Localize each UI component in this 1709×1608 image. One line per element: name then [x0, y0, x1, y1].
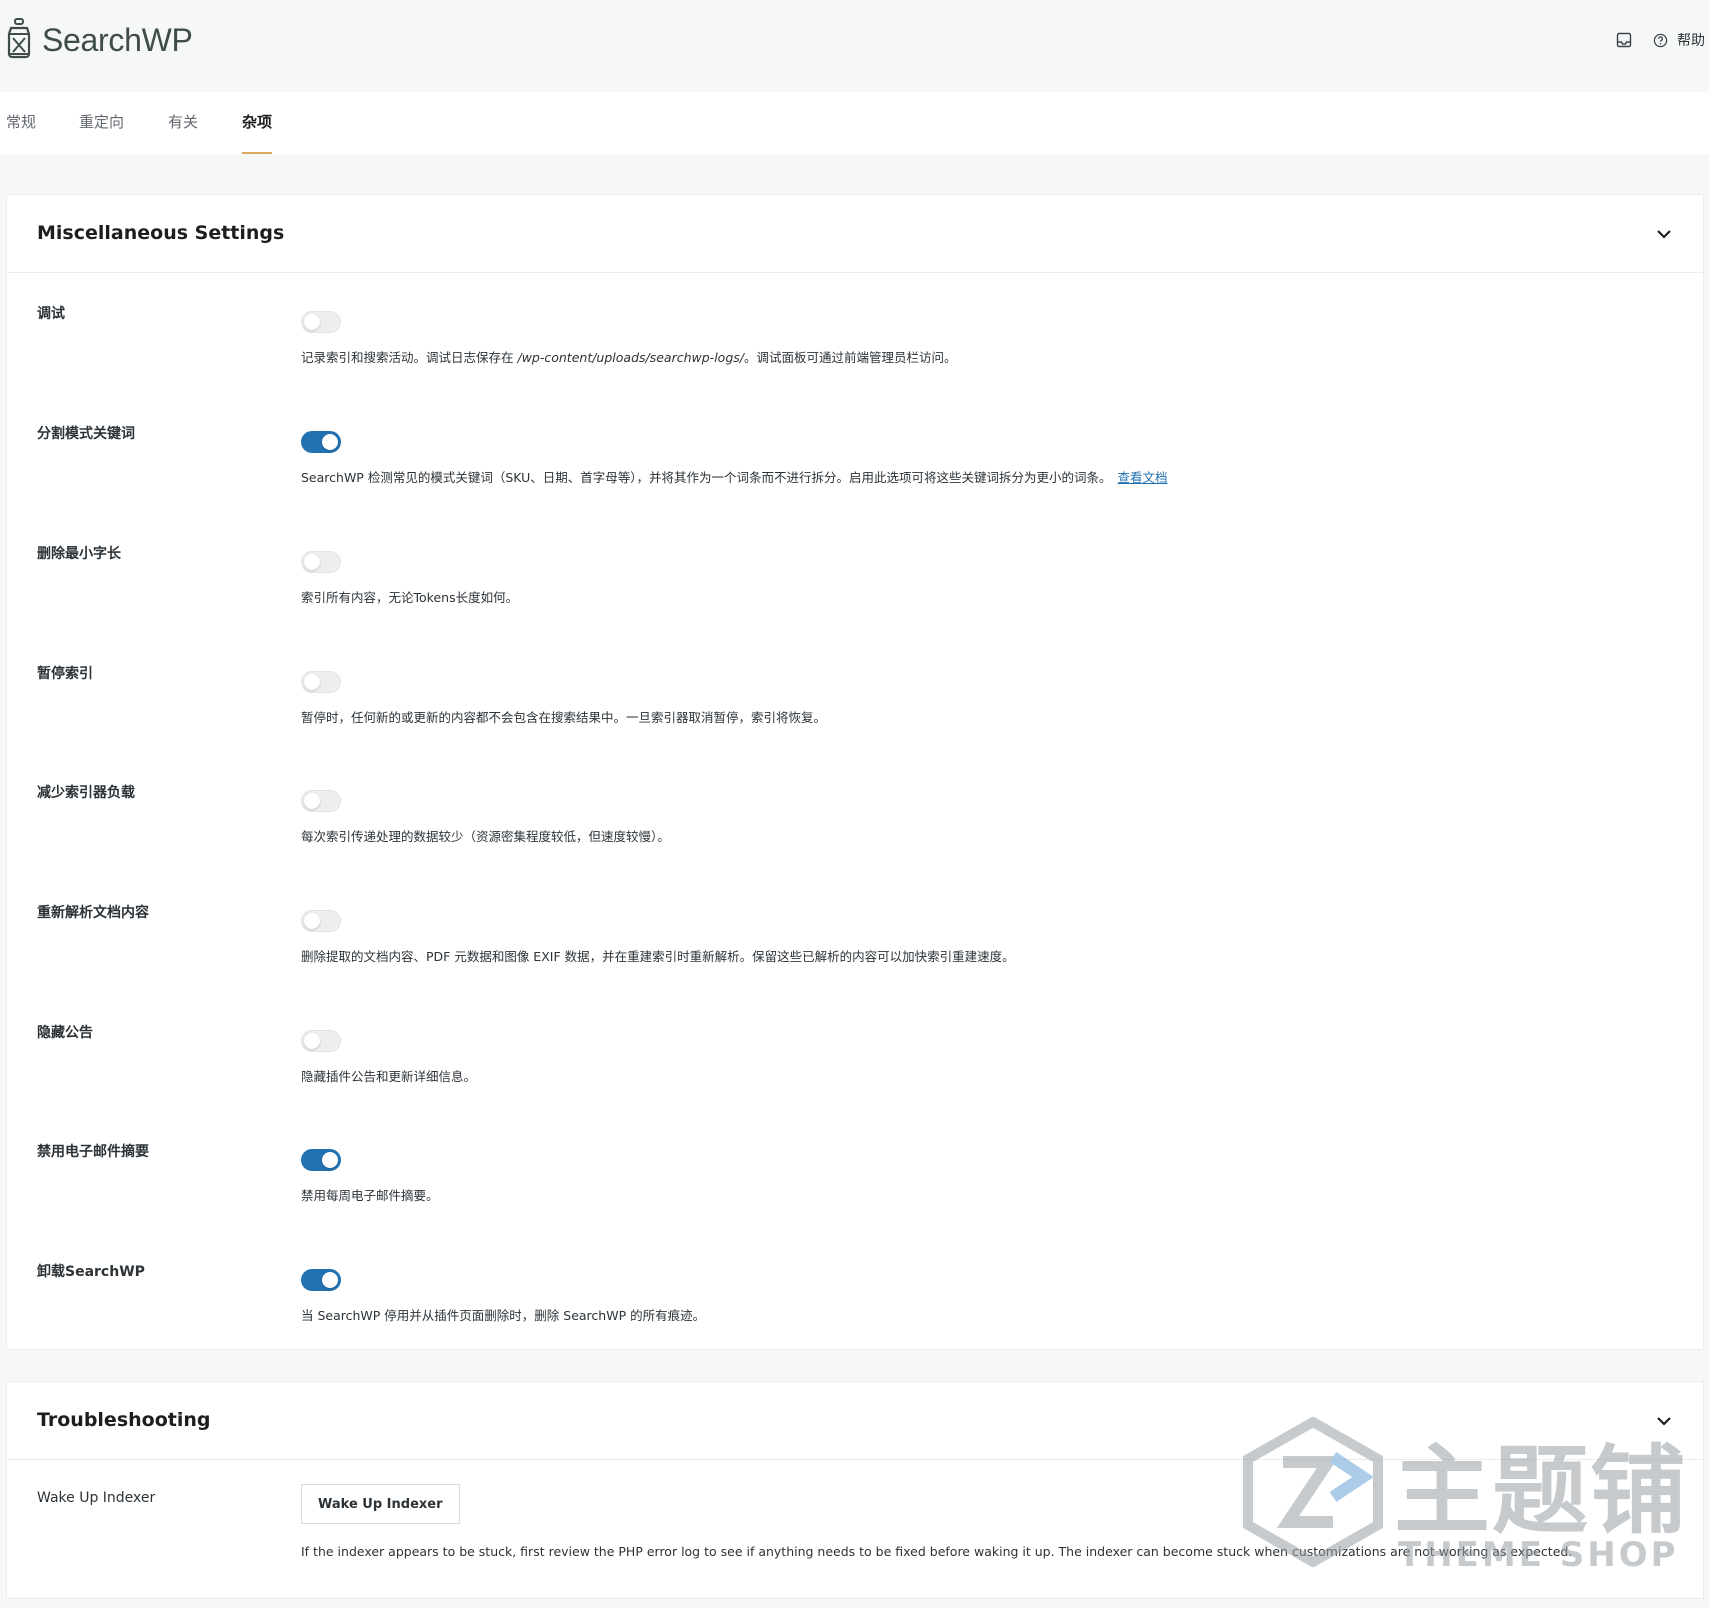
help-circle-icon: [1651, 31, 1669, 49]
watermark-en: THEME SHOP: [1398, 1535, 1679, 1575]
misc-settings-title: Miscellaneous Settings: [37, 222, 285, 244]
setting-label: 删除最小字长: [37, 546, 121, 562]
setting-label: 隐藏公告: [37, 1025, 93, 1041]
app-name: SearchWP: [42, 21, 193, 58]
disable-email-summaries-toggle[interactable]: [301, 1149, 341, 1171]
tokenize-pattern-toggle[interactable]: [301, 431, 341, 453]
toggle-knob: [304, 674, 320, 690]
desc-text: SearchWP 检测常见的模式关键词（SKU、日期、首字母等），并将其作为一个…: [301, 470, 1112, 485]
setting-label: 减少索引器负载: [37, 785, 135, 801]
reparse-documents-toggle[interactable]: [301, 910, 341, 932]
wake-up-indexer-button[interactable]: Wake Up Indexer: [301, 1484, 460, 1524]
tab-misc[interactable]: 杂项: [242, 92, 273, 154]
toggle-knob: [304, 913, 320, 929]
setting-label: 重新解析文档内容: [37, 905, 149, 921]
setting-description: 索引所有内容，无论Tokens长度如何。: [301, 590, 519, 605]
view-docs-link[interactable]: 查看文档: [1118, 470, 1168, 485]
toggle-knob: [304, 554, 320, 570]
watermark-cn: 主题铺: [1394, 1435, 1688, 1547]
setting-label: 卸载SearchWP: [37, 1264, 145, 1280]
remove-min-length-toggle[interactable]: [301, 551, 341, 573]
toggle-knob: [304, 314, 320, 330]
debug-toggle[interactable]: [301, 311, 341, 333]
setting-description: 暂停时，任何新的或更新的内容都不会包含在搜索结果中。一旦索引器取消暂停，索引将恢…: [301, 710, 827, 725]
searchwp-lantern-logo: [7, 18, 31, 59]
setting-description: 记录索引和搜索活动。调试日志保存在 /wp-content/uploads/se…: [301, 347, 957, 366]
help-link[interactable]: 帮助: [1651, 30, 1705, 50]
misc-settings-header[interactable]: Miscellaneous Settings: [7, 195, 1703, 273]
header-tools: 帮助: [1615, 30, 1705, 50]
tab-general[interactable]: 常规: [6, 92, 36, 154]
inbox-icon[interactable]: [1615, 31, 1633, 49]
toggle-knob: [304, 793, 320, 809]
log-path: /wp-content/uploads/searchwp-logs/: [517, 350, 744, 365]
toggle-knob: [322, 434, 338, 450]
pause-indexer-toggle[interactable]: [301, 671, 341, 693]
setting-label: Wake Up Indexer: [37, 1490, 156, 1506]
setting-description: 删除提取的文档内容、PDF 元数据和图像 EXIF 数据，并在重建索引时重新解析…: [301, 949, 1015, 964]
tab-redirects[interactable]: 重定向: [79, 92, 124, 154]
setting-description: 当 SearchWP 停用并从插件页面删除时，删除 SearchWP 的所有痕迹…: [301, 1308, 706, 1323]
toggle-knob: [304, 1033, 320, 1049]
setting-label: 分割模式关键词: [37, 426, 135, 442]
setting-label: 调试: [37, 306, 65, 322]
reduced-load-toggle[interactable]: [301, 790, 341, 812]
tab-about[interactable]: 有关: [168, 92, 198, 154]
setting-label: 禁用电子邮件摘要: [37, 1144, 149, 1160]
setting-description: 隐藏插件公告和更新详细信息。: [301, 1069, 477, 1084]
desc-text: 。调试面板可通过前端管理员栏访问。: [743, 350, 957, 365]
troubleshooting-title: Troubleshooting: [37, 1409, 211, 1431]
setting-label: 暂停索引: [37, 666, 93, 682]
watermark-logo-icon: [1243, 1417, 1383, 1567]
top-header: SearchWP 帮助: [0, 0, 1709, 92]
uninstall-toggle[interactable]: [301, 1269, 341, 1291]
misc-settings-card: Miscellaneous Settings 调试 记录索引和搜索活动。调试日志…: [6, 194, 1704, 1350]
setting-description: SearchWP 检测常见的模式关键词（SKU、日期、首字母等），并将其作为一个…: [301, 467, 1168, 486]
toggle-knob: [322, 1152, 338, 1168]
desc-text: 记录索引和搜索活动。调试日志保存在: [301, 350, 518, 365]
brand[interactable]: SearchWP: [6, 18, 193, 62]
settings-tabs: 常规 重定向 有关 杂项: [0, 92, 1709, 154]
setting-description: 每次索引传递处理的数据较少（资源密集程度较低，但速度较慢）。: [301, 829, 670, 844]
toggle-knob: [322, 1272, 338, 1288]
help-label: 帮助: [1677, 33, 1705, 49]
chevron-down-icon[interactable]: [1655, 225, 1673, 243]
theme-shop-watermark: 主题铺 THEME SHOP: [1238, 1405, 1688, 1595]
setting-description: 禁用每周电子邮件摘要。: [301, 1188, 439, 1203]
hide-announcements-toggle[interactable]: [301, 1030, 341, 1052]
